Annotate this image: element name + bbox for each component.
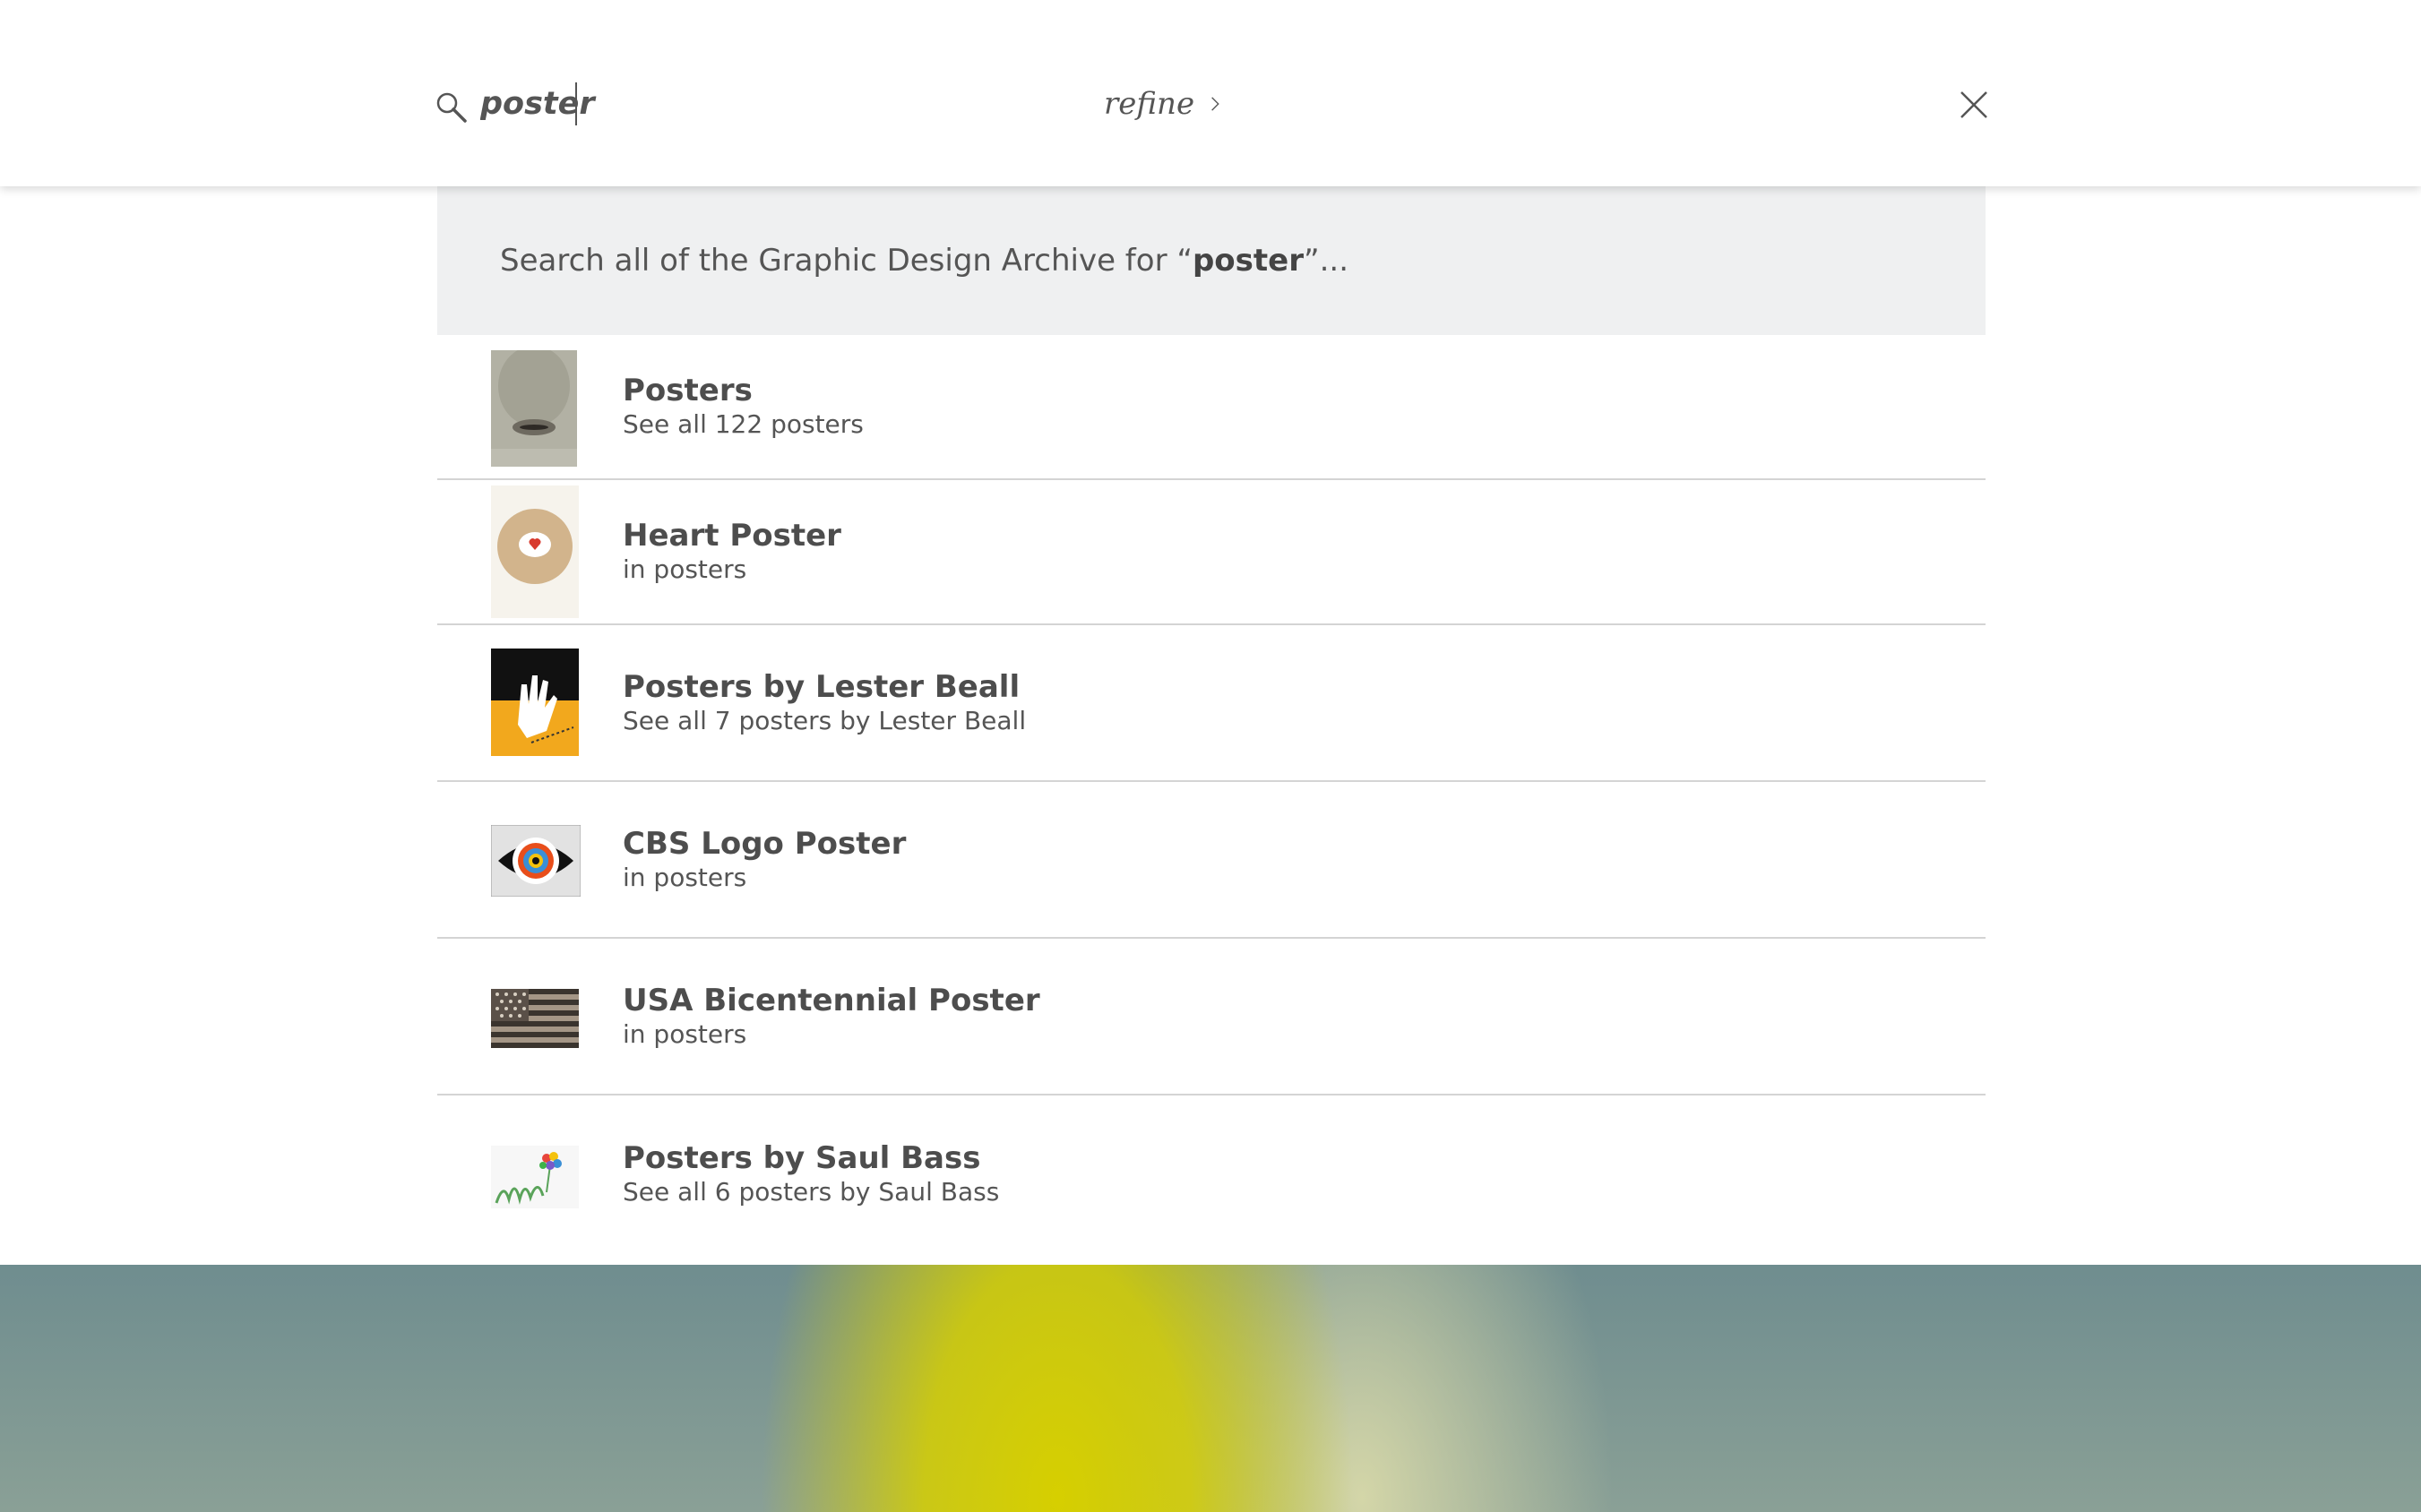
result-row-heart-poster[interactable]: Heart Poster in posters — [437, 480, 1986, 625]
result-row-cbs-logo-poster[interactable]: CBS Logo Poster in posters — [437, 782, 1986, 939]
result-title: Posters by Lester Beall — [623, 668, 1021, 705]
usa-bicentennial-thumbnail — [491, 989, 579, 1048]
search-all-prefix: Search all of the Graphic Design Archive… — [500, 243, 1193, 279]
search-icon — [436, 92, 467, 123]
result-title: CBS Logo Poster — [623, 825, 907, 862]
result-row-lester-beall[interactable]: Posters by Lester Beall See all 7 poster… — [437, 625, 1986, 782]
search-all-query: poster — [1192, 243, 1304, 279]
chevron-right-icon — [1211, 97, 1219, 111]
result-title: Heart Poster — [623, 518, 841, 554]
result-row-usa-bicentennial[interactable]: USA Bicentennial Poster in posters — [437, 939, 1986, 1095]
search-input[interactable] — [480, 75, 1018, 133]
cbs-logo-thumbnail — [491, 825, 581, 897]
background-image — [0, 1265, 2421, 1512]
result-subtitle: in posters — [623, 1018, 747, 1049]
result-subtitle: in posters — [623, 862, 747, 892]
lester-beall-thumbnail — [491, 649, 579, 756]
result-subtitle: See all 122 posters — [623, 409, 864, 439]
result-row-saul-bass[interactable]: Posters by Saul Bass See all 6 posters b… — [437, 1095, 1986, 1253]
posters-thumbnail — [491, 350, 577, 467]
heart-poster-thumbnail — [491, 485, 579, 618]
close-icon[interactable] — [1959, 90, 1989, 120]
search-all-archive[interactable]: Search all of the Graphic Design Archive… — [437, 186, 1986, 335]
result-title: USA Bicentennial Poster — [623, 982, 1040, 1018]
text-caret — [575, 82, 577, 125]
result-subtitle: See all 7 posters by Lester Beall — [623, 705, 1027, 735]
search-header: refine — [0, 0, 2421, 186]
search-all-suffix: ”... — [1303, 243, 1349, 279]
result-subtitle: See all 6 posters by Saul Bass — [623, 1177, 1000, 1207]
saul-bass-thumbnail — [491, 1146, 579, 1208]
result-row-posters[interactable]: Posters See all 122 posters — [437, 335, 1986, 480]
result-title: Posters by Saul Bass — [623, 1140, 981, 1176]
refine-button[interactable]: refine — [1104, 75, 1220, 133]
refine-label: refine — [1104, 86, 1195, 122]
result-subtitle: in posters — [623, 554, 747, 584]
result-title: Posters — [623, 373, 753, 408]
search-results-dropdown: Search all of the Graphic Design Archive… — [437, 186, 1986, 1253]
